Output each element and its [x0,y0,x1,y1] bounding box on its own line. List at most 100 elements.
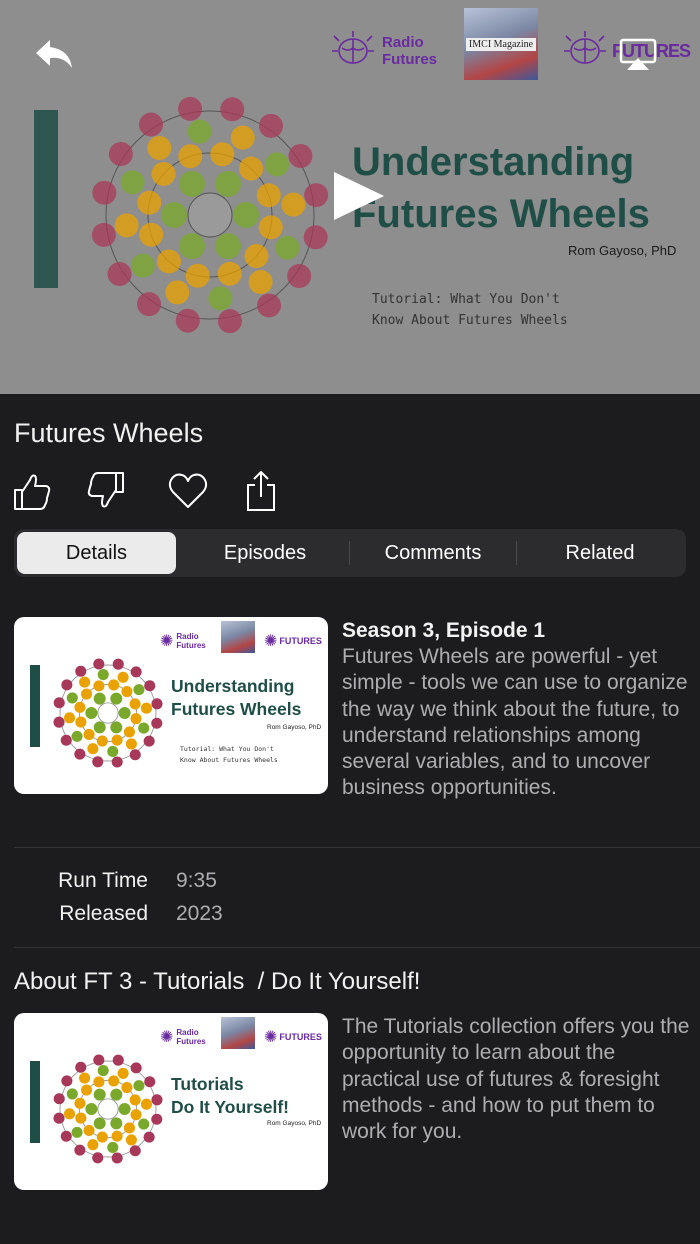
wheel-node [130,1062,142,1074]
wheel-node [97,1064,109,1077]
back-arrow-icon [36,40,72,68]
imci-magazine-logo: IMCI Magazine [464,8,538,80]
wheel-node [93,658,105,670]
wheel-node [185,263,210,288]
wheel-node [139,222,164,247]
brain-icon: ✺ [264,1029,278,1046]
video-player[interactable]: Understanding Futures Wheels Rom Gayoso,… [0,0,700,394]
wheel-node [281,192,306,217]
back-button[interactable] [30,34,80,74]
slide-accent-bar [30,1061,40,1143]
thumbs-down-icon [87,472,124,508]
wheel-node [93,1117,106,1130]
share-button[interactable] [242,470,282,512]
tab-details[interactable]: Details [17,532,176,574]
wheel-node [257,293,282,318]
wheel-node [220,97,245,122]
wheel-node [258,113,283,138]
wheel-node [53,1112,65,1124]
wheel-node [118,1103,131,1115]
tab-comments[interactable]: Comments [350,532,516,574]
wheel-node [143,735,155,747]
radio-futures-logo: ✺ Radio Futures [160,1028,206,1046]
collection-thumbnail[interactable]: ✺ Radio Futures ✺ FUTURES Tutorials Do It … [14,1013,328,1190]
runtime-value: 9:35 [176,869,217,892]
wheel-node [81,688,93,700]
released-label: Released [59,902,148,925]
wheel-node [118,707,131,719]
wheel-node [121,686,133,698]
wheel-node [125,738,137,750]
wheel-node [96,735,108,747]
wheel-node [74,1144,86,1156]
futures-television-logo: ✺ FUTURES [264,633,322,650]
wheel-node [133,1080,145,1092]
wheel-node [179,170,205,197]
wheel-node [120,170,145,195]
wheel-node [60,734,72,746]
wheel-node [83,1124,95,1136]
wheel-node [140,1098,153,1110]
imci-magazine-logo [221,1017,255,1049]
thumb-title: Understanding Futures Wheels [171,676,302,719]
wheel-node [303,225,328,250]
tab-episodes[interactable]: Episodes [182,532,348,574]
wheel-node [53,716,65,728]
wheel-node [92,1152,104,1164]
wheel-node [111,1130,123,1142]
wheel-node [275,235,300,260]
wheel-node [53,697,65,709]
wheel-node [112,658,124,670]
wheel-node [92,180,117,205]
wheel-node [140,702,153,714]
wheel-node [121,1082,133,1094]
wheel-node [288,143,313,168]
wheel-node [87,1139,99,1151]
thumb-title: Tutorials Do It Yourself! [171,1074,289,1117]
wheel-node [110,1088,123,1101]
wheel-node [117,1067,129,1079]
brain-icon [564,31,606,64]
wheel-node [144,1076,156,1088]
wheel-node [151,717,163,729]
favorite-button[interactable] [168,470,208,512]
wheel-node [151,1113,163,1125]
wheel-node [93,1076,105,1088]
show-title: Futures Wheels [14,418,204,448]
wheel-node [93,1054,105,1066]
wheel-node [71,1126,83,1138]
wheel-node [151,161,176,186]
play-button[interactable] [330,168,390,228]
airplay-button[interactable] [618,36,658,76]
wheel-node [85,1103,98,1115]
wheel-node [74,748,86,760]
brain-icon: ✺ [160,1029,174,1046]
wheel-node [165,280,190,305]
wheel-node [93,692,106,705]
futures-wheel-graphic [53,1054,163,1164]
wheel-node [137,190,162,215]
dislike-button[interactable] [86,470,126,512]
wheel-node [130,1109,142,1121]
episode-thumbnail[interactable]: ✺ Radio Futures ✺ FUTURES Understanding Fu… [14,617,328,794]
wheel-node [143,1131,155,1143]
wheel-node [129,749,141,761]
wheel-node [179,233,205,260]
brain-icon: ✺ [160,633,174,650]
slide-subtitle: Tutorial: What You Don't Know About Futu… [372,292,568,328]
futures-television-logo: ✺ FUTURES [264,1029,322,1046]
collection-description: The Tutorials collection offers you the … [342,1015,690,1144]
wheel-node [81,1084,93,1096]
wheel-node [244,244,269,269]
tab-related[interactable]: Related [517,532,683,574]
wheel-node [133,684,145,696]
wheel-node [129,1094,141,1106]
imci-magazine-logo [221,621,255,653]
wheel-node [66,692,78,704]
wheel-node [61,1075,73,1087]
wheel-node [117,671,129,683]
wheel-node [217,261,242,286]
like-button[interactable] [12,470,52,512]
slide-title: Understanding Futures Wheels [352,140,650,236]
wheel-node [137,292,162,317]
